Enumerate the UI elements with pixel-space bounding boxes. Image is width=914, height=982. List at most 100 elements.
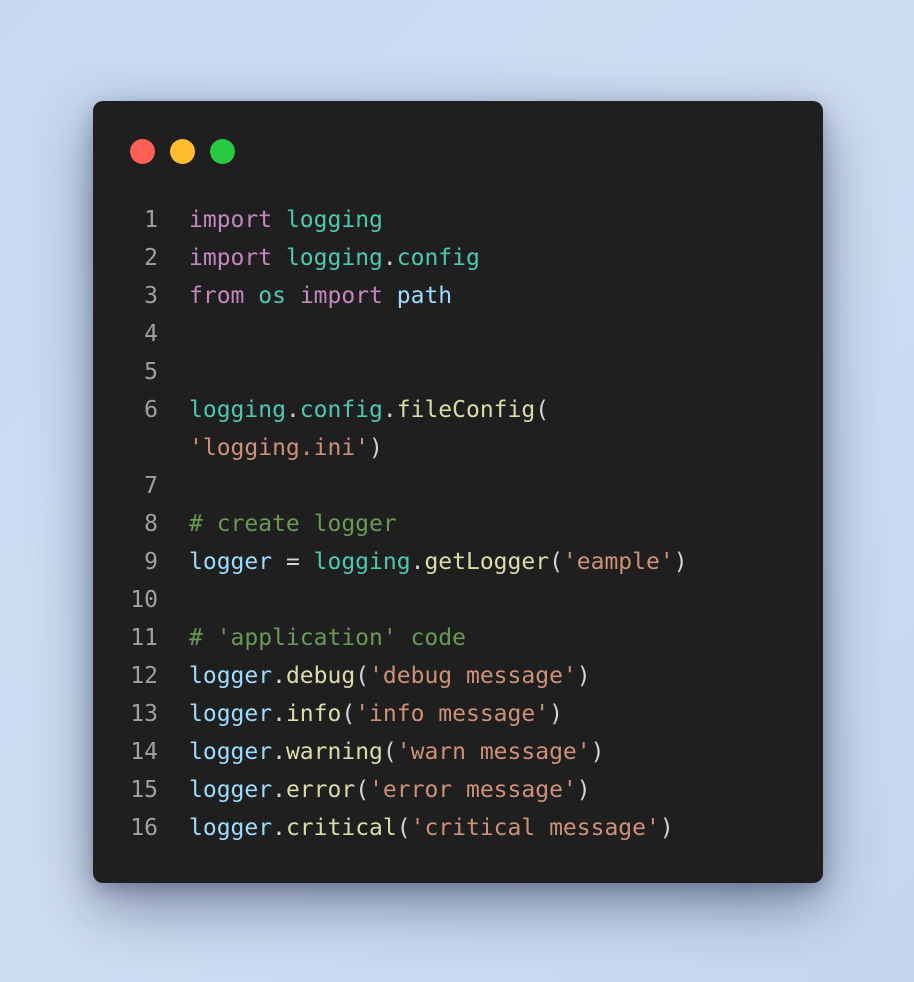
code-token: )	[369, 435, 383, 461]
line-number: 5	[144, 359, 158, 385]
line-number: 9	[144, 549, 158, 575]
line-number: 8	[144, 511, 158, 537]
code-token: logger	[189, 549, 273, 575]
code-line: 4	[93, 315, 823, 353]
code-text: logger = logging.getLogger('eample')	[189, 543, 688, 581]
line-number: 16	[130, 815, 158, 841]
line-number: 6	[144, 397, 158, 423]
line-number: 13	[130, 701, 158, 727]
code-line: 6 logging.config.fileConfig(	[93, 391, 823, 429]
code-token: .	[272, 701, 286, 727]
code-token: critical	[285, 815, 397, 841]
code-token: debug	[285, 663, 356, 689]
line-number: 15	[130, 777, 158, 803]
code-token: .	[382, 245, 397, 271]
code-line: 15 logger.error('error message')	[93, 771, 823, 809]
line-number: 12	[130, 663, 158, 689]
code-token: 'logging.ini'	[189, 435, 370, 461]
line-number: 11	[130, 625, 158, 651]
code-token: import	[299, 283, 383, 309]
code-token: .	[272, 739, 286, 765]
code-token: (	[382, 739, 397, 765]
code-line: 7	[93, 467, 823, 505]
code-token: 'warn message'	[396, 739, 591, 765]
line-number: 4	[144, 321, 158, 347]
code-line: 2 import logging.config	[93, 239, 823, 277]
code-text: from os import path	[189, 277, 452, 315]
code-token: 'error message'	[369, 777, 577, 803]
code-line: 3 from os import path	[93, 277, 823, 315]
code-line: 8 # create logger	[93, 505, 823, 543]
minimize-dot-icon[interactable]	[170, 139, 195, 164]
code-token: )	[549, 701, 563, 727]
code-token: logging	[189, 397, 286, 423]
code-token: # 'application' code	[189, 625, 466, 651]
code-text: import logging	[189, 201, 383, 239]
code-token: logging	[285, 207, 383, 233]
code-token: .	[272, 663, 286, 689]
line-number: 2	[144, 245, 158, 271]
code-token: import	[189, 207, 273, 233]
code-line: 'logging.ini')	[93, 429, 823, 467]
code-token: (	[549, 549, 563, 575]
code-token: getLogger	[424, 549, 550, 575]
code-token: logger	[189, 701, 273, 727]
code-line: 9 logger = logging.getLogger('eample')	[93, 543, 823, 581]
code-text: # create logger	[189, 505, 397, 543]
code-token: .	[382, 397, 397, 423]
code-token: config	[396, 245, 480, 271]
code-block: 1 import logging 2 import logging.config 3 fr…	[93, 201, 823, 847]
code-token: .	[410, 549, 425, 575]
code-line: 16 logger.critical('critical message')	[93, 809, 823, 847]
code-token: error	[285, 777, 356, 803]
code-token: 'critical message'	[410, 815, 660, 841]
maximize-dot-icon[interactable]	[210, 139, 235, 164]
code-token: logger	[189, 815, 273, 841]
code-line: 1 import logging	[93, 201, 823, 239]
code-text: import logging.config	[189, 239, 480, 277]
code-token: )	[659, 815, 674, 841]
code-text: logging.config.fileConfig(	[189, 391, 549, 429]
code-token: from	[189, 283, 245, 309]
code-token: (	[355, 663, 370, 689]
code-token: (	[396, 815, 411, 841]
code-token: logger	[189, 739, 273, 765]
line-number: 14	[130, 739, 158, 765]
code-token: logging	[313, 549, 411, 575]
code-token: path	[396, 283, 453, 309]
code-token: logging	[285, 245, 383, 271]
code-line: 12 logger.debug('debug message')	[93, 657, 823, 695]
code-token: (	[535, 397, 550, 423]
line-number: 1	[144, 207, 158, 233]
code-token: =	[272, 549, 314, 575]
code-token: (	[355, 777, 370, 803]
code-line: 14 logger.warning('warn message')	[93, 733, 823, 771]
code-text: 'logging.ini')	[189, 429, 383, 467]
code-token: warning	[285, 739, 383, 765]
code-token: )	[576, 777, 591, 803]
line-number: 3	[144, 283, 158, 309]
code-token: logger	[189, 663, 273, 689]
code-token: )	[576, 663, 591, 689]
code-line: 11 # 'application' code	[93, 619, 823, 657]
code-token: )	[673, 549, 688, 575]
code-token: 'debug message'	[369, 663, 577, 689]
code-line: 10	[93, 581, 823, 619]
code-token: 'info message'	[355, 701, 550, 727]
code-text: # 'application' code	[189, 619, 466, 657]
code-token: .	[272, 815, 286, 841]
code-token: .	[272, 777, 286, 803]
code-token: import	[189, 245, 273, 271]
close-dot-icon[interactable]	[130, 139, 155, 164]
code-token: (	[341, 701, 356, 727]
code-token: 'eample'	[562, 549, 674, 575]
code-line: 5	[93, 353, 823, 391]
code-token: config	[299, 397, 383, 423]
code-token: .	[285, 397, 300, 423]
line-number: 10	[130, 587, 158, 613]
code-text: logger.debug('debug message')	[189, 657, 591, 695]
code-token: # create logger	[189, 511, 397, 537]
